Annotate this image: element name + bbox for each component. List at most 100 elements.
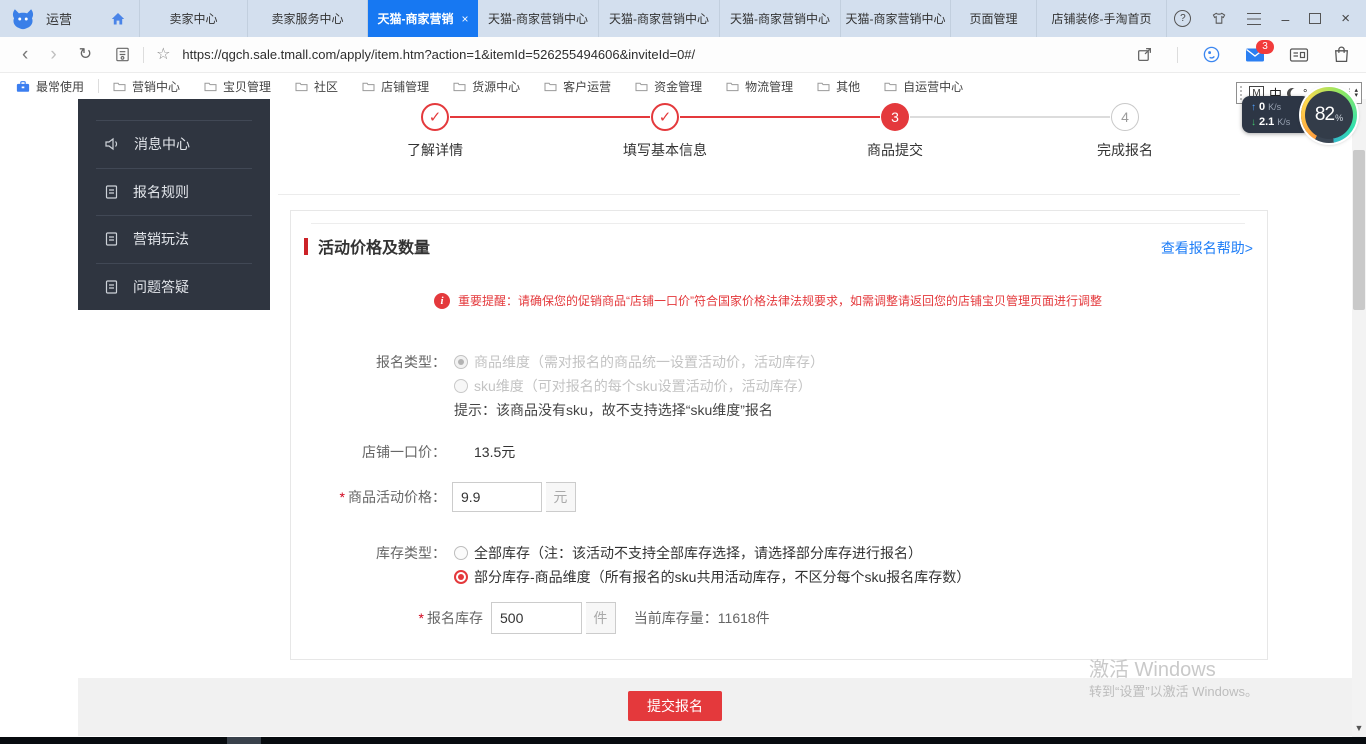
menu-icon[interactable] (1247, 13, 1261, 25)
stock-option-all: 全部库存（注：该活动不支持全部库存选择，请选择部分库存进行报名） (454, 543, 922, 563)
favorite-star-icon[interactable]: ☆ (156, 47, 170, 63)
maximize-icon[interactable] (1309, 13, 1321, 24)
gauge-face: 82 % (1305, 91, 1353, 139)
radio-partial-stock[interactable] (454, 570, 468, 584)
up-arrow-icon: ↑ (1251, 100, 1256, 115)
shopping-bag-icon[interactable] (1333, 45, 1350, 64)
up-speed-unit: K/s (1268, 100, 1281, 115)
mail-icon[interactable]: 3 (1245, 47, 1265, 63)
bookmark-folder-customer[interactable]: 客户运营 (544, 78, 611, 95)
bookmark-folder-other[interactable]: 其他 (817, 78, 860, 95)
bookmark-folder-items[interactable]: 宝贝管理 (204, 78, 271, 95)
scrollbar-thumb[interactable] (1353, 150, 1365, 310)
up-speed-value: 0 (1259, 100, 1265, 115)
bookmark-label: 货源中心 (472, 78, 520, 95)
browser-tab-shop-decorate[interactable]: 店铺装修-手淘首页 (1037, 0, 1167, 37)
browser-tab-marketing-center-3[interactable]: 天猫-商家营销中心 (720, 0, 841, 37)
page-content: 消息中心 报名规则 营销玩法 (0, 99, 1366, 737)
smiley-status-icon[interactable] (1202, 45, 1221, 64)
bookmark-folder-marketing[interactable]: 营销中心 (113, 78, 180, 95)
tab-label: 天猫-商家营销中心 (730, 10, 830, 27)
minimize-icon[interactable]: – (1281, 14, 1289, 24)
step-4-pending: 4 (1111, 103, 1139, 131)
check-icon: ✓ (659, 108, 672, 126)
gauge-percent-sign: % (1335, 113, 1343, 123)
option-label: 商品维度（需对报名的商品统一设置活动价，活动库存） (474, 352, 824, 372)
down-speed-value: 2.1 (1259, 115, 1274, 130)
step-2-done-icon: ✓ (651, 103, 679, 131)
apply-type-option-item: 商品维度（需对报名的商品统一设置活动价，活动库存） (454, 352, 824, 372)
stock-type-label: 库存类型： (291, 543, 446, 563)
reading-list-icon[interactable] (1289, 47, 1309, 63)
bookmark-label: 宝贝管理 (223, 78, 271, 95)
mail-badge: 3 (1256, 40, 1274, 54)
step-3-label: 商品提交 (835, 140, 955, 160)
site-info-icon[interactable] (114, 46, 131, 63)
apply-stock-input[interactable] (491, 602, 582, 634)
divider (278, 194, 1240, 195)
step-3-current: 3 (881, 103, 909, 131)
apply-stock-label: *报名库存 (291, 602, 483, 634)
reload-icon[interactable]: ↻ (79, 47, 92, 63)
scrollbar-track[interactable]: ▼ (1352, 99, 1366, 737)
sidebar-item-marketing-play[interactable]: 营销玩法 (78, 216, 270, 263)
bookmark-label: 营销中心 (132, 78, 180, 95)
tab-close-icon[interactable]: × (461, 12, 468, 26)
activity-price-input[interactable] (452, 482, 542, 512)
browser-tab-marketing-center-2[interactable]: 天猫-商家营销中心 (599, 0, 720, 37)
bookmark-folder-funds[interactable]: 资金管理 (635, 78, 702, 95)
gauge-percent-value: 82 (1315, 104, 1334, 126)
browser-tab-page-manage[interactable]: 页面管理 (951, 0, 1037, 37)
scrollbar-down-arrow[interactable]: ▼ (1352, 723, 1366, 733)
theme-shirt-icon[interactable] (1211, 11, 1227, 26)
help-link[interactable]: 查看报名帮助> (1161, 238, 1253, 258)
submit-apply-button[interactable]: 提交报名 (628, 691, 722, 721)
browser-tab-marketing-center-1[interactable]: 天猫-商家营销中心 (478, 0, 599, 37)
bookmark-folder-supply[interactable]: 货源中心 (453, 78, 520, 95)
down-speed-unit: K/s (1277, 115, 1290, 130)
home-tab[interactable] (96, 0, 140, 37)
option-label: 部分库存-商品维度（所有报名的sku共用活动库存，不区分每个sku报名库存数） (474, 567, 970, 587)
memory-usage-gauge[interactable]: 82 % (1301, 87, 1357, 143)
browser-tab-bar: 运营 卖家中心 卖家服务中心 天猫-商家营销 × 天猫-商家营销中心 天猫-商家… (0, 0, 1366, 37)
tab-label: 天猫-商家营销中心 (846, 10, 946, 27)
warning-row: i 重要提醒：请确保您的促销商品“店铺一口价”符合国家价格法律法规要求，如需调整… (434, 292, 1102, 309)
browser-tab-seller-service[interactable]: 卖家服务中心 (248, 0, 368, 37)
radio-all-stock[interactable] (454, 546, 468, 560)
forward-icon[interactable]: › (50, 45, 56, 64)
bookmark-folder-shop-manage[interactable]: 店铺管理 (362, 78, 429, 95)
document-icon (104, 184, 119, 200)
back-icon[interactable]: ‹ (22, 45, 28, 64)
current-stock-text: 当前库存量：11618件 (634, 602, 770, 634)
tab-label: 天猫-商家营销中心 (609, 10, 709, 27)
address-bar: ‹ › ↻ ☆ https://qgch.sale.tmall.com/appl… (0, 37, 1366, 73)
home-icon (110, 11, 126, 27)
radio-sku-dimension[interactable] (454, 379, 468, 393)
browser-tab-active-marketing[interactable]: 天猫-商家营销 × (368, 0, 478, 37)
bookmark-folder-logistics[interactable]: 物流管理 (726, 78, 793, 95)
sidebar: 消息中心 报名规则 营销玩法 (78, 99, 270, 310)
open-in-new-icon[interactable] (1136, 46, 1153, 63)
bookmark-folder-community[interactable]: 社区 (295, 78, 338, 95)
browser-tab-seller-center[interactable]: 卖家中心 (140, 0, 248, 37)
help-icon[interactable]: ? (1174, 10, 1191, 27)
check-icon: ✓ (429, 108, 442, 126)
tab-label: 天猫-商家营销 (377, 10, 453, 27)
url-field[interactable]: https://qgch.sale.tmall.com/apply/item.h… (182, 47, 1136, 62)
sidebar-item-label: 营销玩法 (133, 229, 189, 249)
section-accent-bar (304, 238, 308, 255)
bookmark-most-used[interactable]: 最常使用 (16, 78, 84, 95)
sidebar-item-qa[interactable]: 问题答疑 (78, 264, 270, 311)
radio-item-dimension[interactable] (454, 355, 468, 369)
bookmark-folder-self-operate[interactable]: 自运营中心 (884, 78, 963, 95)
sidebar-item-apply-rules[interactable]: 报名规则 (78, 169, 270, 216)
arrow-down-icon: ▾ (1354, 93, 1358, 98)
close-icon[interactable]: × (1341, 10, 1350, 27)
briefcase-icon (16, 80, 30, 93)
tmall-logo-icon (10, 6, 36, 32)
divider (311, 223, 1245, 224)
speaker-icon (104, 136, 120, 152)
network-speed-widget[interactable]: ↑ 0 K/s ↓ 2.1 K/s (1242, 96, 1310, 133)
sidebar-item-message-center[interactable]: 消息中心 (78, 121, 270, 168)
browser-tab-marketing-center-4[interactable]: 天猫-商家营销中心 (841, 0, 951, 37)
